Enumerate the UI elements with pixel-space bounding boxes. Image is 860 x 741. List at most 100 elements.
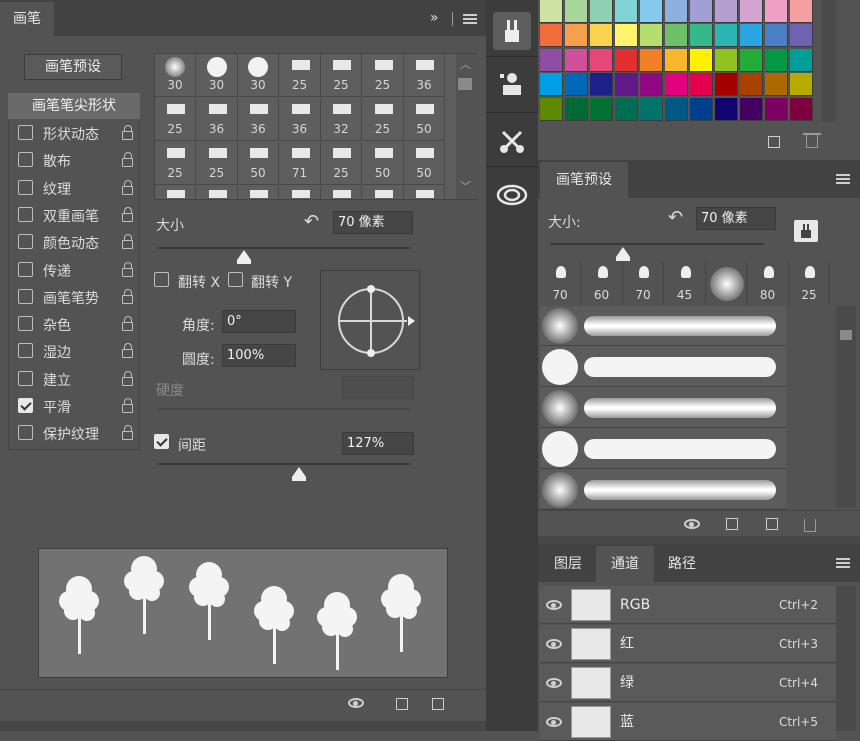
lock-icon[interactable] — [122, 179, 133, 195]
new-brush-icon[interactable] — [432, 698, 444, 710]
channels-scrollbar[interactable] — [836, 586, 856, 731]
color-swatch[interactable] — [690, 97, 713, 121]
angle-roundness-widget[interactable] — [320, 270, 420, 370]
presets-visibility-icon[interactable] — [684, 519, 700, 529]
option-checkbox[interactable] — [18, 234, 33, 250]
lock-icon[interactable] — [122, 370, 133, 386]
lock-icon[interactable] — [122, 206, 133, 222]
brush-tip-cell[interactable]: 25 — [321, 142, 362, 185]
color-swatch[interactable] — [765, 0, 788, 23]
color-swatch[interactable] — [790, 48, 813, 72]
preset-stroke-row[interactable] — [540, 347, 786, 387]
spacing-slider[interactable] — [158, 463, 410, 465]
lock-icon[interactable] — [122, 316, 133, 332]
brush-tip-cell[interactable]: 30 — [196, 54, 238, 97]
clone-source-icon[interactable] — [493, 66, 531, 104]
swatch-scrollbar[interactable] — [822, 0, 836, 122]
preset-stroke-row[interactable] — [540, 388, 786, 428]
option-checkbox[interactable] — [18, 370, 33, 386]
color-swatch[interactable] — [565, 97, 588, 121]
color-swatch[interactable] — [590, 24, 613, 48]
color-swatch[interactable] — [640, 73, 663, 97]
presets-trash-icon[interactable] — [804, 519, 816, 532]
brush-tip-cell[interactable] — [280, 186, 321, 199]
brush-tip-cell[interactable]: 36 — [238, 98, 279, 141]
tip-shape-item[interactable]: 画笔笔尖形状 — [8, 93, 140, 119]
brush-tip-cell[interactable]: 30 — [238, 54, 279, 97]
presets-menu-icon[interactable] — [836, 174, 850, 184]
color-swatch[interactable] — [715, 0, 738, 23]
option-checkbox[interactable] — [18, 261, 33, 277]
preset-thumbnail[interactable]: 25 — [789, 262, 830, 305]
tab-paths[interactable]: 路径 — [654, 546, 710, 582]
creative-cloud-icon[interactable] — [493, 176, 531, 214]
color-swatch[interactable] — [690, 73, 713, 97]
brush-tip-cell[interactable]: 71 — [279, 142, 321, 185]
option-label[interactable]: 保护纹理 — [43, 424, 99, 444]
scroll-thumb[interactable] — [458, 78, 472, 90]
roundness-field[interactable]: 100% — [222, 344, 296, 367]
lock-icon[interactable] — [122, 425, 133, 441]
color-swatch[interactable] — [790, 0, 813, 23]
brush-tip-cell[interactable]: 50 — [404, 98, 445, 141]
tab-brush-presets[interactable]: 画笔预设 — [540, 162, 628, 198]
preset-thumbnail[interactable]: 70 — [540, 262, 581, 305]
presets-size-slider[interactable] — [550, 243, 764, 245]
preset-stroke-row[interactable] — [540, 306, 786, 346]
option-label[interactable]: 湿边 — [43, 342, 71, 362]
color-swatch[interactable] — [615, 24, 638, 48]
option-checkbox[interactable] — [18, 398, 33, 413]
brush-tip-cell[interactable] — [197, 186, 238, 199]
option-checkbox[interactable] — [18, 206, 33, 222]
preset-thumbnail[interactable] — [706, 262, 747, 305]
color-swatch[interactable] — [665, 0, 688, 23]
option-checkbox[interactable] — [18, 152, 33, 168]
color-swatch[interactable] — [590, 73, 613, 97]
chevron-down-icon[interactable]: ﹀ — [460, 178, 471, 194]
collapse-icon[interactable]: » — [430, 10, 439, 26]
brush-tip-cell[interactable]: 36 — [279, 98, 321, 141]
brush-tip-cell[interactable]: 36 — [404, 54, 445, 97]
option-checkbox[interactable] — [18, 288, 33, 304]
lock-icon[interactable] — [122, 398, 133, 413]
brush-tip-cell[interactable]: 25 — [321, 54, 362, 97]
color-swatch[interactable] — [765, 48, 788, 72]
spacing-checkbox[interactable] — [154, 434, 169, 449]
reset-icon[interactable]: ↶ — [304, 211, 319, 232]
color-swatch[interactable] — [615, 97, 638, 121]
eye-icon[interactable] — [546, 600, 562, 610]
option-label[interactable]: 散布 — [43, 151, 71, 171]
color-swatch[interactable] — [740, 73, 763, 97]
color-swatch[interactable] — [540, 97, 563, 121]
option-label[interactable]: 建立 — [43, 370, 71, 390]
option-label[interactable]: 颜色动态 — [43, 233, 99, 253]
color-swatch[interactable] — [590, 48, 613, 72]
channel-row[interactable]: 绿 Ctrl+4 — [540, 664, 836, 702]
brush-tip-cell[interactable]: 50 — [238, 142, 279, 185]
option-label[interactable]: 杂色 — [43, 315, 71, 335]
channel-row[interactable]: 红 Ctrl+3 — [540, 625, 836, 663]
color-swatch[interactable] — [740, 97, 763, 121]
color-swatch[interactable] — [565, 73, 588, 97]
color-swatch[interactable] — [740, 48, 763, 72]
eye-icon[interactable] — [546, 639, 562, 649]
color-swatch[interactable] — [715, 73, 738, 97]
color-swatch[interactable] — [640, 0, 663, 23]
size-slider-thumb[interactable] — [237, 250, 251, 264]
presets-reset-icon[interactable]: ↶ — [668, 207, 683, 228]
color-swatch[interactable] — [540, 48, 563, 72]
color-swatch[interactable] — [615, 48, 638, 72]
color-swatch[interactable] — [540, 73, 563, 97]
color-swatch[interactable] — [665, 73, 688, 97]
color-swatch[interactable] — [715, 97, 738, 121]
spacing-field[interactable]: 127% — [342, 432, 414, 455]
color-swatch[interactable] — [715, 24, 738, 48]
color-swatch[interactable] — [790, 24, 813, 48]
grid-toggle-icon[interactable] — [396, 698, 408, 710]
brush-tip-cell[interactable]: 25 — [279, 54, 321, 97]
option-label[interactable]: 平滑 — [43, 397, 71, 417]
option-label[interactable]: 纹理 — [43, 179, 71, 199]
brush-tip-cell[interactable]: 30 — [155, 54, 196, 97]
color-swatch[interactable] — [740, 0, 763, 23]
color-swatch[interactable] — [615, 73, 638, 97]
